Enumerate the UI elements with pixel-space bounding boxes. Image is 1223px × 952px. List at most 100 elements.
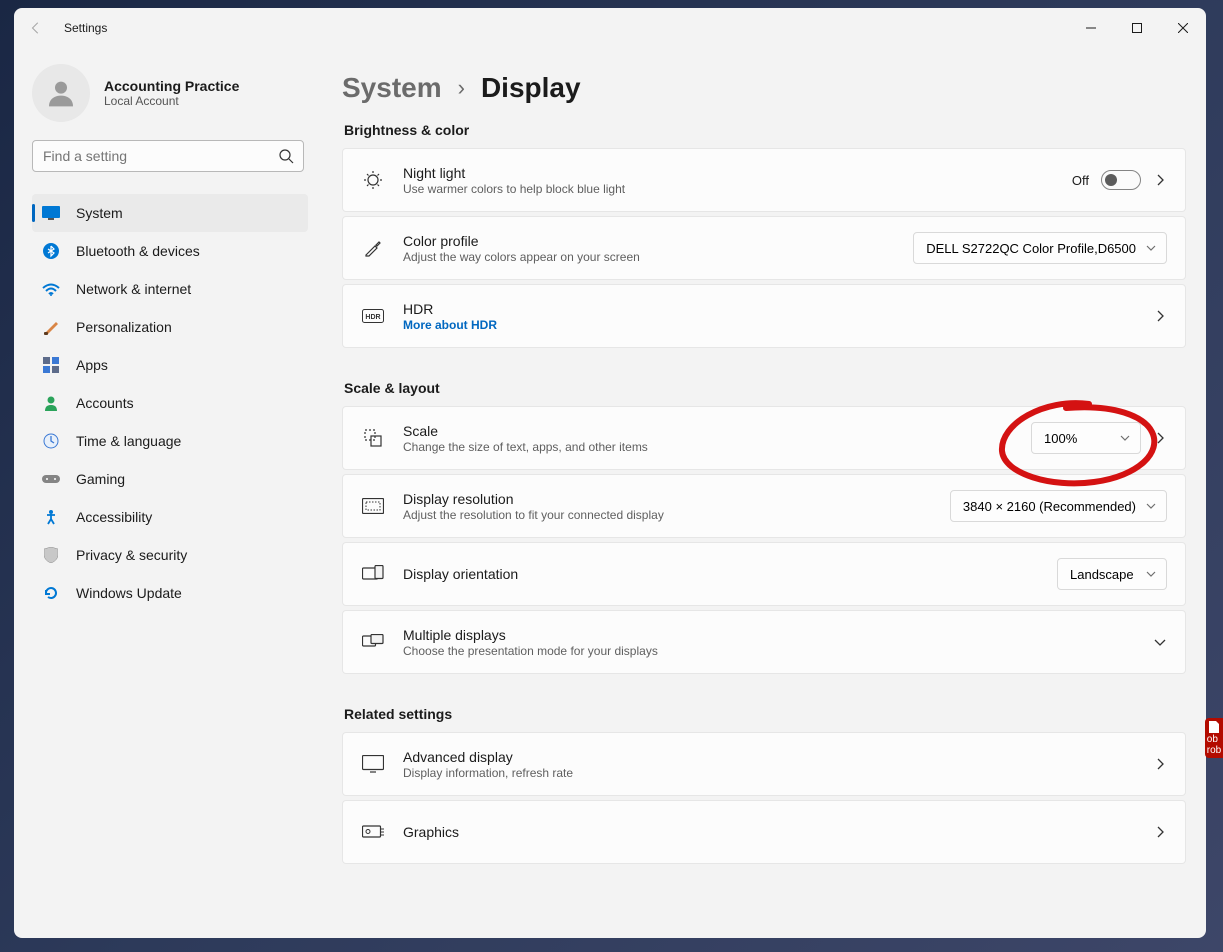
sidebar-item-label: Network & internet [76,281,191,297]
chevron-right-icon [1153,757,1167,771]
scale-icon [361,428,385,448]
sidebar-item-privacy[interactable]: Privacy & security [32,536,308,574]
page-title: Display [481,72,581,104]
card-right [1153,635,1167,649]
section-title-related: Related settings [344,706,1186,722]
breadcrumb-parent[interactable]: System [342,72,442,104]
minimize-button[interactable] [1068,12,1114,44]
card-text: Multiple displays Choose the presentatio… [403,627,1153,658]
card-title: Display resolution [403,491,950,507]
monitor-outline-icon [361,755,385,773]
breadcrumb: System › Display [342,72,1186,104]
profile-name: Accounting Practice [104,78,239,94]
sidebar-item-label: Gaming [76,471,125,487]
sidebar-item-label: Windows Update [76,585,182,601]
sidebar-item-label: Personalization [76,319,172,335]
card-text: Color profile Adjust the way colors appe… [403,233,913,264]
sidebar-item-time-language[interactable]: Time & language [32,422,308,460]
card-resolution[interactable]: Display resolution Adjust the resolution… [342,474,1186,538]
resolution-dropdown[interactable]: 3840 × 2160 (Recommended) [950,490,1167,522]
card-multiple-displays[interactable]: Multiple displays Choose the presentatio… [342,610,1186,674]
card-title: HDR [403,301,1153,317]
card-right: Off [1072,170,1167,190]
card-color-profile[interactable]: Color profile Adjust the way colors appe… [342,216,1186,280]
main-content: System › Display Brightness & color Nigh… [324,48,1206,938]
search-input[interactable] [32,140,304,172]
orientation-dropdown[interactable]: Landscape [1057,558,1167,590]
sidebar-item-label: Apps [76,357,108,373]
chevron-right-icon [1153,173,1167,187]
profile-text: Accounting Practice Local Account [104,78,239,108]
scale-dropdown[interactable]: 100% [1031,422,1141,454]
desktop-shortcut-partial[interactable]: obrob [1205,718,1223,758]
card-subtitle: Display information, refresh rate [403,766,1153,780]
card-graphics[interactable]: Graphics [342,800,1186,864]
sidebar-item-label: Time & language [76,433,181,449]
close-button[interactable] [1160,12,1206,44]
avatar [32,64,90,122]
titlebar: Settings [14,8,1206,48]
orientation-icon [361,565,385,583]
card-orientation[interactable]: Display orientation Landscape [342,542,1186,606]
chevron-right-icon [1153,825,1167,839]
night-light-toggle[interactable] [1101,170,1141,190]
card-right: 100% [1031,422,1167,454]
card-title: Graphics [403,824,1153,840]
sidebar-item-network[interactable]: Network & internet [32,270,308,308]
card-advanced-display[interactable]: Advanced display Display information, re… [342,732,1186,796]
dropdown-value: 100% [1044,431,1077,446]
graphics-icon [361,824,385,840]
card-scale[interactable]: Scale Change the size of text, apps, and… [342,406,1186,470]
sidebar-item-accounts[interactable]: Accounts [32,384,308,422]
card-night-light[interactable]: Night light Use warmer colors to help bl… [342,148,1186,212]
paintbrush-icon [42,318,60,336]
card-right: 3840 × 2160 (Recommended) [950,490,1167,522]
section-title-brightness: Brightness & color [344,122,1186,138]
person-icon [42,394,60,412]
card-subtitle: Adjust the resolution to fit your connec… [403,508,950,522]
sidebar-item-personalization[interactable]: Personalization [32,308,308,346]
sidebar-item-apps[interactable]: Apps [32,346,308,384]
sidebar-item-label: Accessibility [76,509,152,525]
back-button[interactable] [24,16,48,40]
wifi-icon [42,280,60,298]
dropdown-value: 3840 × 2160 (Recommended) [963,499,1136,514]
sidebar-item-system[interactable]: System [32,194,308,232]
apps-icon [42,356,60,374]
profile-block[interactable]: Accounting Practice Local Account [32,64,320,140]
card-text: Scale Change the size of text, apps, and… [403,423,1031,454]
chevron-down-icon [1146,243,1156,253]
sidebar-item-label: Privacy & security [76,547,187,563]
accessibility-icon [42,508,60,526]
card-title: Color profile [403,233,913,249]
desktop-shortcut-label: obrob [1207,734,1221,756]
titlebar-left: Settings [24,16,107,40]
sidebar-item-label: System [76,205,123,221]
hdr-link[interactable]: More about HDR [403,318,1153,332]
sidebar-item-label: Accounts [76,395,134,411]
card-right: DELL S2722QC Color Profile,D6500 [913,232,1167,264]
dropdown-value: DELL S2722QC Color Profile,D6500 [926,241,1136,256]
card-text: Graphics [403,824,1153,840]
sidebar-item-gaming[interactable]: Gaming [32,460,308,498]
maximize-button[interactable] [1114,12,1160,44]
monitor-icon [42,204,60,222]
card-right [1153,757,1167,771]
sidebar-item-accessibility[interactable]: Accessibility [32,498,308,536]
chevron-right-icon: › [458,75,465,101]
color-profile-dropdown[interactable]: DELL S2722QC Color Profile,D6500 [913,232,1167,264]
sidebar-item-windows-update[interactable]: Windows Update [32,574,308,612]
resolution-icon [361,498,385,514]
update-icon [42,584,60,602]
card-text: Display orientation [403,566,1057,582]
sidebar-item-bluetooth[interactable]: Bluetooth & devices [32,232,308,270]
window-controls [1068,12,1206,44]
svg-text:HDR: HDR [365,314,380,321]
hdr-icon: HDR [361,309,385,323]
profile-sub: Local Account [104,94,239,108]
gamepad-icon [42,470,60,488]
card-title: Display orientation [403,566,1057,582]
card-hdr[interactable]: HDR HDR More about HDR [342,284,1186,348]
search-wrap [32,140,304,172]
card-subtitle: Use warmer colors to help block blue lig… [403,182,1072,196]
